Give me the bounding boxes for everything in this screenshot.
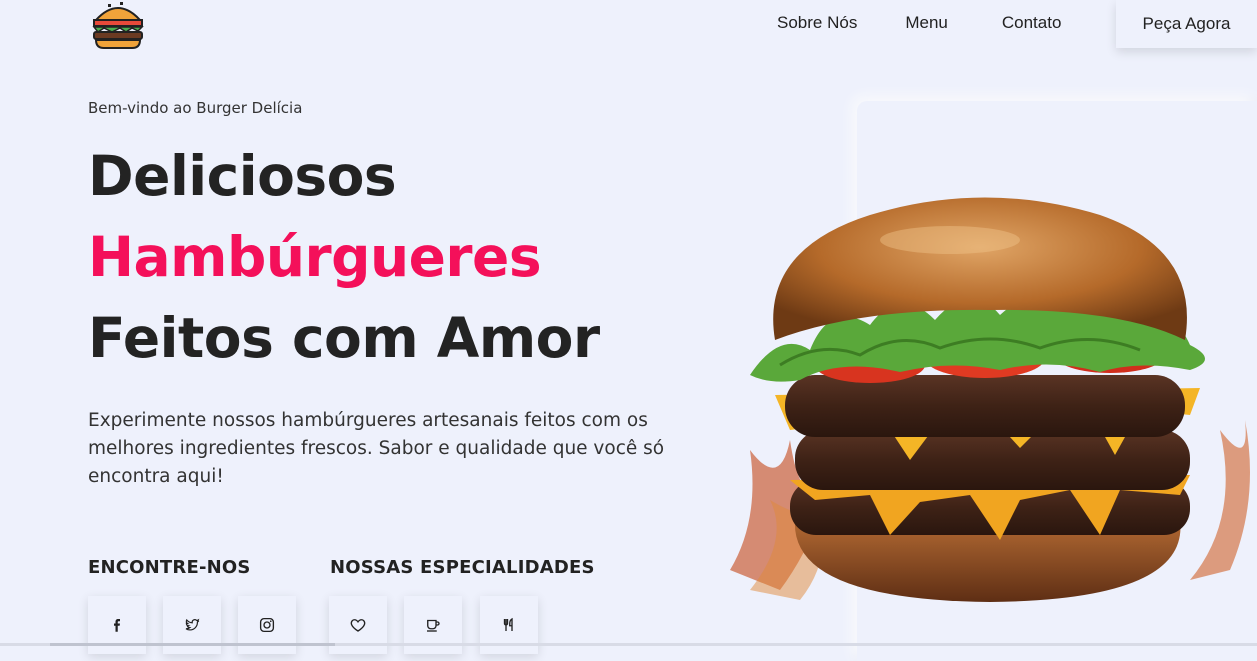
order-now-button[interactable]: Peça Agora [1116,0,1257,48]
heart-icon [350,619,366,632]
nav-links: Sobre Nós Menu Contato [777,13,1109,33]
specialties-heading: NOSSAS ESPECIALIDADES [330,557,595,578]
burger-logo-icon[interactable] [90,0,146,50]
hero-title-line3: Feitos com Amor [88,306,600,370]
hero-description: Experimente nossos hambúrgueres artesana… [88,410,665,487]
top-navbar: Sobre Nós Menu Contato Peça Agora [0,0,1257,50]
find-us-heading: ENCONTRE-NOS [88,557,251,578]
nav-link-contato[interactable]: Contato [1002,13,1062,33]
coffee-cup-icon [427,619,440,632]
utensils-icon [503,617,513,631]
nav-link-menu[interactable]: Menu [905,13,948,33]
facebook-icon [114,619,120,632]
hero-title: Deliciosos Hambúrgueres Feitos com Amor [88,136,600,379]
welcome-text: Bem-vindo ao Burger Delícia [88,99,303,117]
nav-link-sobre-nos[interactable]: Sobre Nós [777,13,857,33]
instagram-icon [259,617,275,633]
twitter-icon [185,618,200,631]
hero-title-line2: Hambúrgueres [88,225,542,289]
hero-title-line1: Deliciosos [88,144,397,208]
burger-image [730,197,1250,602]
